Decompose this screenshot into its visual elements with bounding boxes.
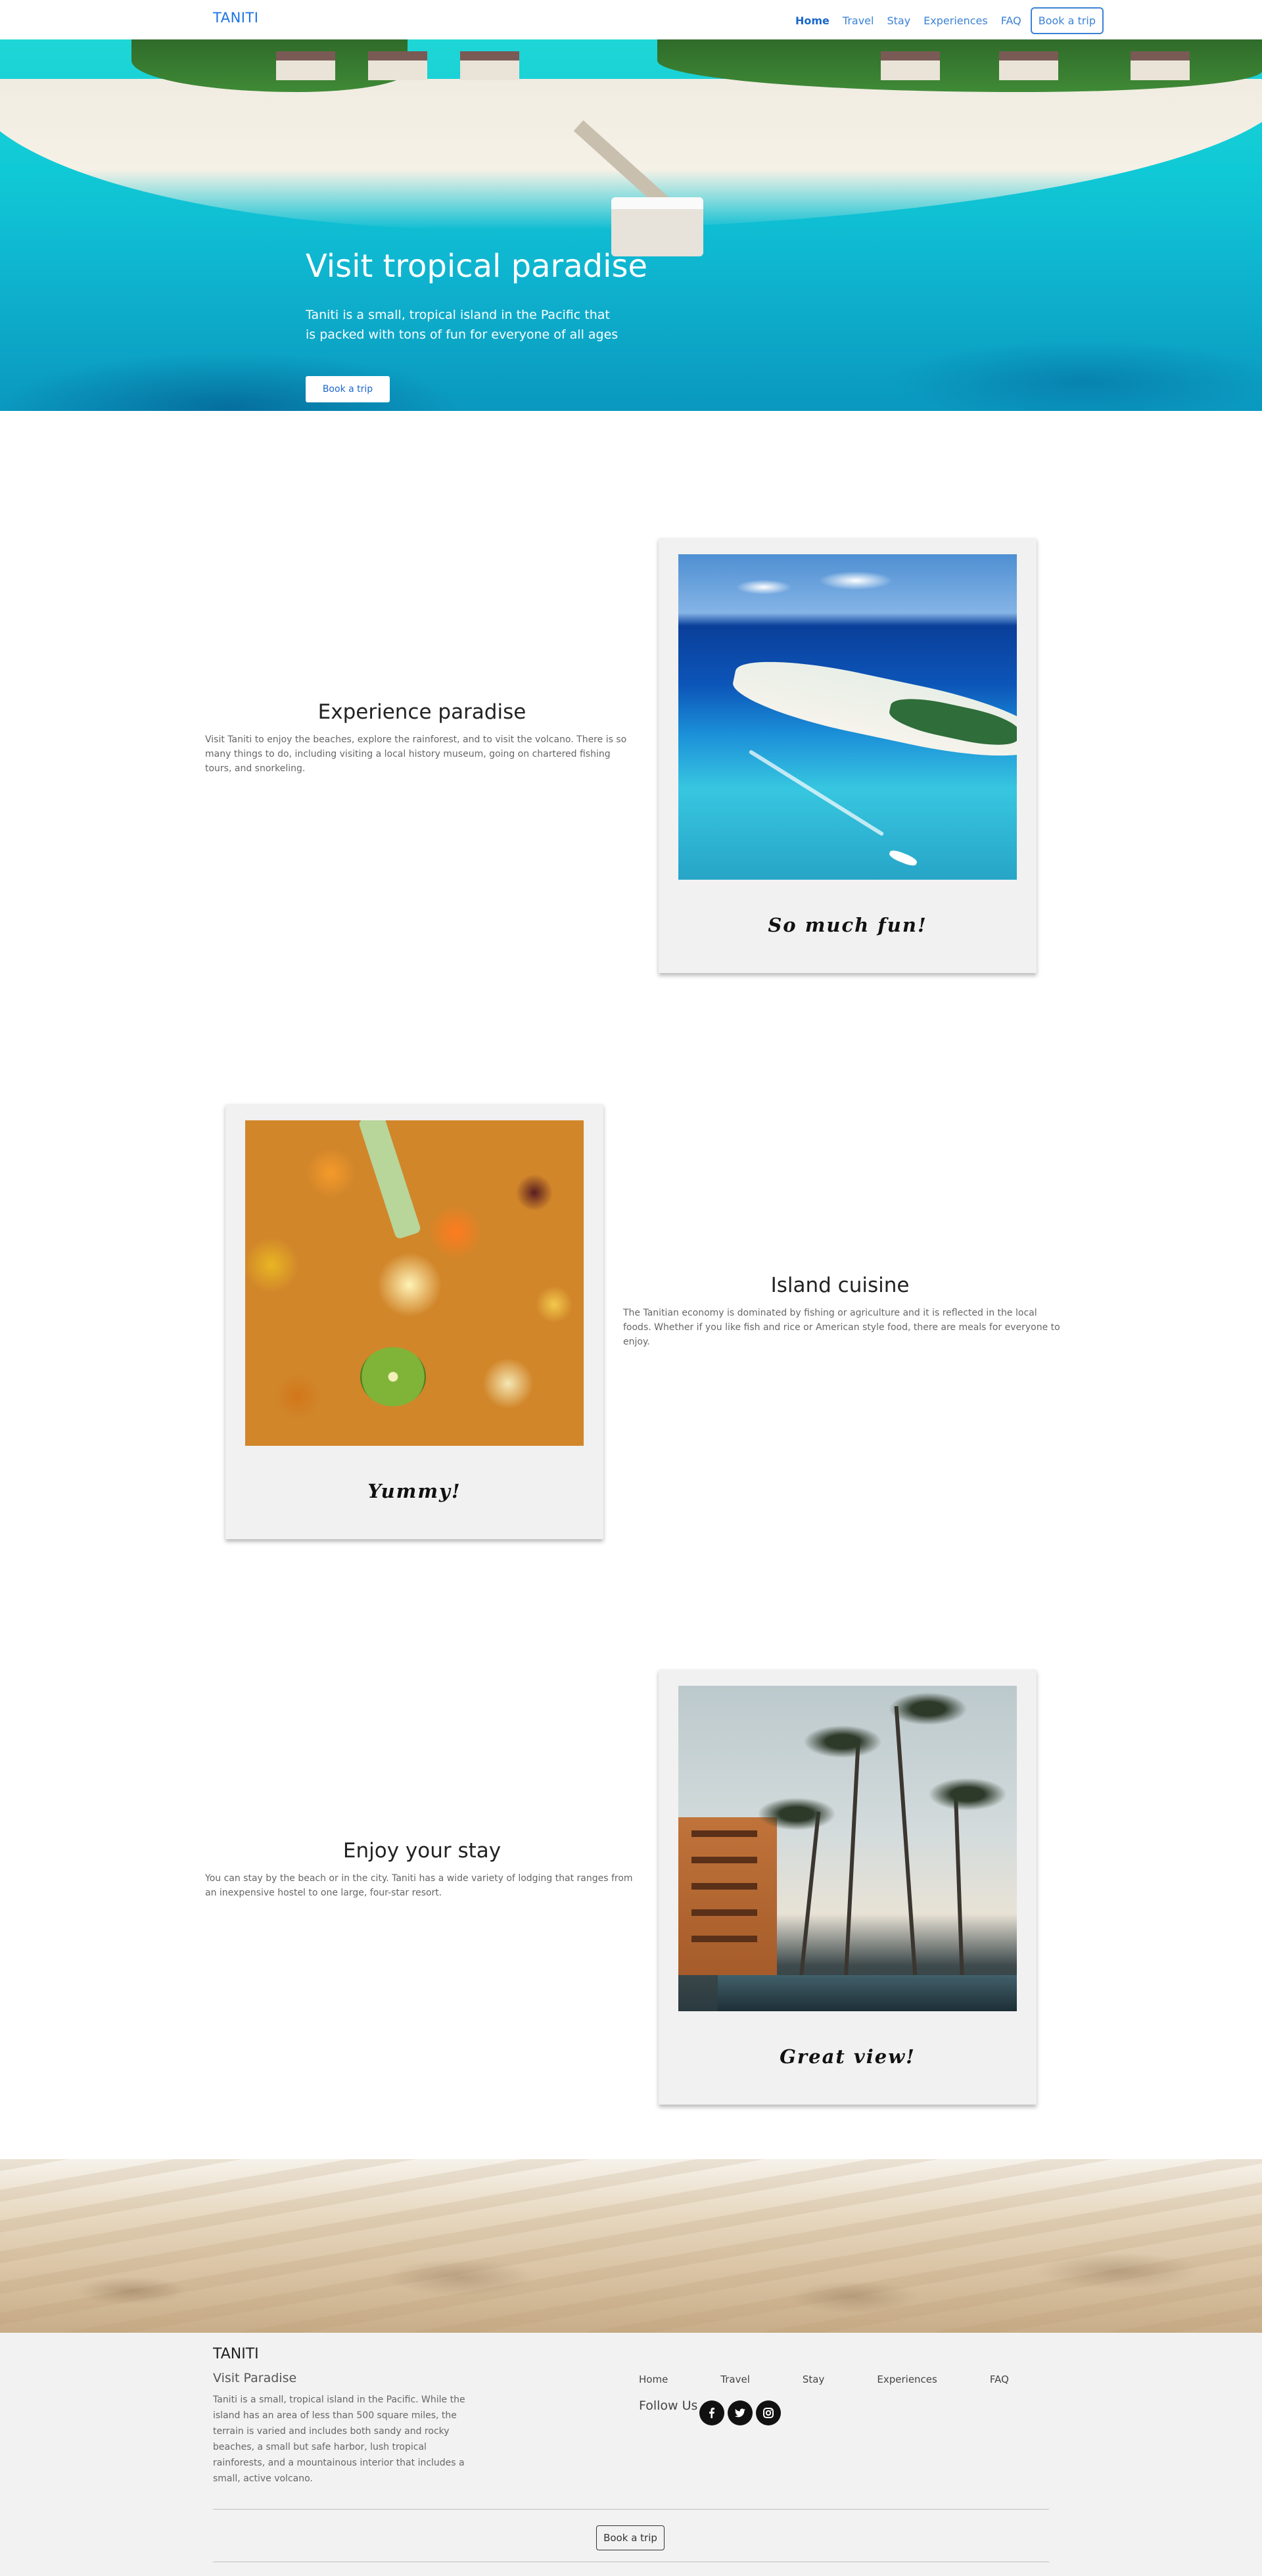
photo-caption: Great view! <box>780 2045 916 2068</box>
section-text: The Tanitian economy is dominated by fis… <box>623 1308 1060 1347</box>
navbar: TANITI Home Travel Stay Experiences FAQ … <box>0 0 1262 39</box>
page: TANITI Home Travel Stay Experiences FAQ … <box>0 0 1262 2576</box>
photo-caption: Yummy! <box>367 1480 461 1502</box>
villa-graphic <box>1131 51 1190 80</box>
footer-book-trip-button[interactable]: Book a trip <box>596 2525 665 2550</box>
aerial-island-ocean-photo <box>678 554 1017 880</box>
footer-subtitle: Visit Paradise <box>213 2371 297 2385</box>
footer-link-experiences[interactable]: Experiences <box>877 2373 937 2385</box>
section-text: You can stay by the beach or in the city… <box>205 1873 633 1898</box>
instagram-icon[interactable] <box>756 2400 781 2425</box>
nav-links: Home Travel Stay Experiences FAQ Book a … <box>789 5 1104 36</box>
hero-title: Visit tropical paradise <box>306 248 647 285</box>
villa-graphic <box>368 51 427 80</box>
nav-link-home[interactable]: Home <box>789 14 836 27</box>
footer: TANITI Visit Paradise Taniti is a small,… <box>0 2333 1262 2576</box>
hero-book-trip-button[interactable]: Book a trip <box>306 376 390 402</box>
villa-graphic <box>881 51 940 80</box>
photo-card: Yummy! <box>225 1104 603 1539</box>
footer-divider <box>213 2509 1049 2510</box>
footer-link-stay[interactable]: Stay <box>803 2373 824 2385</box>
photo-card: So much fun! <box>659 538 1037 973</box>
villa-graphic <box>276 51 335 80</box>
facebook-icon[interactable] <box>699 2400 724 2425</box>
footer-links: Home Travel Stay Experiences FAQ <box>639 2373 1062 2385</box>
villa-graphic <box>999 51 1058 80</box>
nav-link-experiences[interactable]: Experiences <box>917 14 994 27</box>
brand-logo[interactable]: TANITI <box>213 10 259 26</box>
palm-trees-resort-photo <box>678 1686 1017 2011</box>
sand-banner-image <box>0 2159 1262 2333</box>
photo-card: Great view! <box>659 1669 1037 2105</box>
nav-link-travel[interactable]: Travel <box>836 14 881 27</box>
footer-link-travel[interactable]: Travel <box>720 2373 750 2385</box>
footer-brand: TANITI <box>213 2346 259 2362</box>
nav-link-faq[interactable]: FAQ <box>994 14 1028 27</box>
photo-caption: So much fun! <box>768 914 927 936</box>
villa-graphic <box>460 51 519 80</box>
follow-us-label: Follow Us <box>639 2398 698 2413</box>
twitter-icon[interactable] <box>728 2400 753 2425</box>
nav-link-stay[interactable]: Stay <box>880 14 917 27</box>
hero-subtitle: Taniti is a small, tropical island in th… <box>306 308 619 342</box>
footer-description: Taniti is a small, tropical island in th… <box>213 2395 465 2484</box>
section-title: Experience paradise <box>317 700 526 724</box>
footer-link-faq[interactable]: FAQ <box>990 2373 1009 2385</box>
footer-link-home[interactable]: Home <box>639 2373 668 2385</box>
section-text: Visit Taniti to enjoy the beaches, explo… <box>205 734 627 774</box>
dried-fruit-photo <box>245 1120 584 1446</box>
nav-book-trip-button[interactable]: Book a trip <box>1030 7 1104 34</box>
hero-banner: Visit tropical paradise Taniti is a smal… <box>0 39 1262 411</box>
section-title: Island cuisine <box>770 1274 910 1297</box>
section-title: Enjoy your stay <box>342 1839 502 1863</box>
